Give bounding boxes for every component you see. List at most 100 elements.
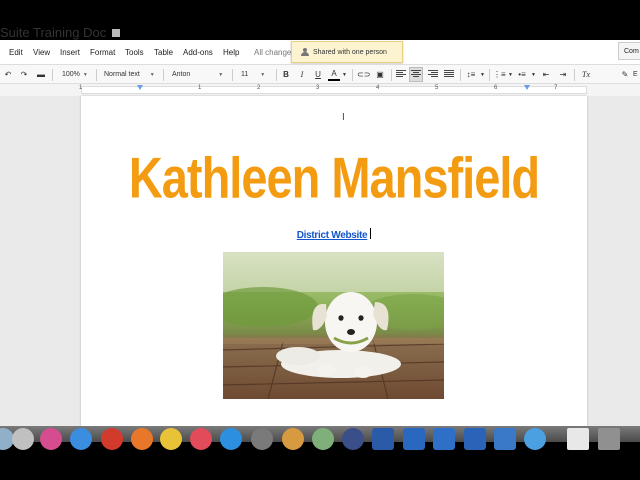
left-indent-marker[interactable] — [137, 85, 143, 90]
pencil-icon[interactable]: ✎ — [619, 68, 631, 82]
ruler-number: 1 — [79, 85, 83, 91]
chevron-down-icon[interactable]: ▼ — [508, 68, 513, 82]
comments-button[interactable]: Com — [618, 42, 640, 60]
align-center-icon[interactable] — [411, 70, 421, 79]
trash-icon[interactable] — [598, 428, 620, 450]
zoom-value: 100% — [62, 71, 80, 78]
ruler-number: 6 — [494, 85, 498, 91]
text-caret — [370, 228, 372, 240]
align-right-icon[interactable] — [428, 70, 438, 79]
app-icon[interactable] — [433, 428, 455, 450]
maps-icon[interactable] — [312, 428, 334, 450]
menu-view[interactable]: View — [33, 48, 50, 58]
toolbar-divider — [352, 69, 353, 81]
toolbar-divider — [163, 69, 164, 81]
chrome-icon[interactable] — [101, 428, 123, 450]
line-spacing-icon[interactable]: ↕≡ — [465, 68, 477, 82]
app-icon[interactable] — [342, 428, 364, 450]
launchpad-icon[interactable] — [12, 428, 34, 450]
district-website-link[interactable]: District Website — [297, 230, 368, 241]
toolbar-divider — [96, 69, 97, 81]
chevron-down-icon: ▼ — [260, 72, 266, 78]
font-size-value: 11 — [241, 71, 249, 78]
toolbar-divider — [460, 69, 461, 81]
screen: Suite Training Doc Edit View Insert Form… — [0, 0, 640, 480]
photos-icon[interactable] — [160, 428, 182, 450]
zoom-select[interactable]: 100% ▼ — [62, 68, 88, 82]
align-justify-icon[interactable] — [444, 70, 454, 79]
chevron-down-icon[interactable]: ▼ — [531, 68, 536, 82]
doc-title-text[interactable]: Suite Training Doc — [0, 25, 106, 40]
menu-format[interactable]: Format — [90, 48, 115, 58]
ruler-number: 2 — [257, 85, 261, 91]
menu-insert[interactable]: Insert — [60, 48, 80, 58]
bold-button[interactable]: B — [280, 68, 292, 82]
comment-icon[interactable]: ▣ — [374, 68, 386, 82]
save-status[interactable]: All change — [254, 48, 291, 58]
right-indent-marker[interactable] — [524, 85, 530, 90]
firefox-icon[interactable] — [131, 428, 153, 450]
document-app-icon[interactable] — [403, 428, 425, 450]
system-preferences-icon[interactable] — [251, 428, 273, 450]
ruler-number: 7 — [554, 85, 558, 91]
link-icon[interactable]: ⊂⊃ — [357, 68, 370, 82]
document-page[interactable]: I Kathleen Mansfield District Website — [81, 96, 587, 436]
align-left-icon[interactable] — [396, 70, 406, 79]
ruler-number: 5 — [435, 85, 439, 91]
toolbar: ↶ ↷ ▬ 100% ▼ Normal text ▼ Anton ▼ 11 ▼ B I … — [0, 64, 640, 84]
numbered-list-icon[interactable]: ⋮≡ — [493, 68, 506, 82]
decrease-indent-icon[interactable]: ⇤ — [540, 68, 552, 82]
music-icon[interactable] — [190, 428, 212, 450]
puppy-image[interactable] — [223, 252, 444, 399]
toolbar-divider — [52, 69, 53, 81]
style-select[interactable]: Normal text ▼ — [104, 68, 155, 82]
undo-icon[interactable]: ↶ — [2, 68, 14, 82]
doc-title[interactable]: Suite Training Doc — [0, 25, 121, 40]
toolbar-divider — [574, 69, 575, 81]
document-canvas: I Kathleen Mansfield District Website — [0, 96, 640, 436]
toolbar-divider — [276, 69, 277, 81]
shared-notice: Shared with one person — [291, 41, 403, 63]
shared-notice-text: Shared with one person — [313, 48, 387, 56]
chevron-down-icon: ▼ — [82, 72, 88, 78]
app-store-icon[interactable] — [220, 428, 242, 450]
app-icon[interactable] — [494, 428, 516, 450]
toolbar-divider — [489, 69, 490, 81]
font-select[interactable]: Anton ▼ — [172, 68, 223, 82]
chevron-down-icon: ▼ — [149, 72, 155, 78]
link-line: District Website — [81, 225, 587, 243]
menu-addons[interactable]: Add-ons — [183, 48, 213, 58]
menu-tools[interactable]: Tools — [125, 48, 144, 58]
chevron-down-icon[interactable]: ▼ — [342, 68, 347, 82]
font-size-select[interactable]: 11 ▼ — [241, 68, 265, 82]
font-value: Anton — [172, 71, 191, 78]
paint-format-icon[interactable]: ▬ — [35, 68, 47, 82]
ruler-number: 1 — [198, 85, 202, 91]
chevron-down-icon[interactable]: ▼ — [480, 68, 485, 82]
document-heading[interactable]: Kathleen Mansfield — [81, 144, 587, 211]
bulleted-list-icon[interactable]: •≡ — [516, 68, 528, 82]
italic-button[interactable]: I — [296, 68, 308, 82]
safari-icon[interactable] — [70, 428, 92, 450]
menu-help[interactable]: Help — [223, 48, 239, 58]
editing-mode-label[interactable]: E — [633, 68, 638, 82]
ruler-track[interactable] — [81, 86, 587, 94]
word-icon[interactable] — [372, 428, 394, 450]
app-icon[interactable] — [524, 428, 546, 450]
documents-folder-icon[interactable] — [567, 428, 589, 450]
underline-button[interactable]: U — [312, 68, 324, 82]
itunes-icon[interactable] — [40, 428, 62, 450]
text-color-button[interactable]: A — [328, 68, 340, 81]
ruler-number: 4 — [376, 85, 380, 91]
menu-edit[interactable]: Edit — [9, 48, 23, 58]
contacts-icon[interactable] — [282, 428, 304, 450]
increase-indent-icon[interactable]: ⇥ — [557, 68, 569, 82]
toolbar-divider — [232, 69, 233, 81]
redo-icon[interactable]: ↷ — [18, 68, 30, 82]
chevron-down-icon: ▼ — [218, 72, 224, 78]
app-icon[interactable] — [464, 428, 486, 450]
folder-icon[interactable] — [112, 29, 121, 37]
text-cursor-icon: I — [342, 112, 345, 123]
clear-formatting-button[interactable]: Tx — [580, 68, 592, 82]
menu-table[interactable]: Table — [154, 48, 173, 58]
